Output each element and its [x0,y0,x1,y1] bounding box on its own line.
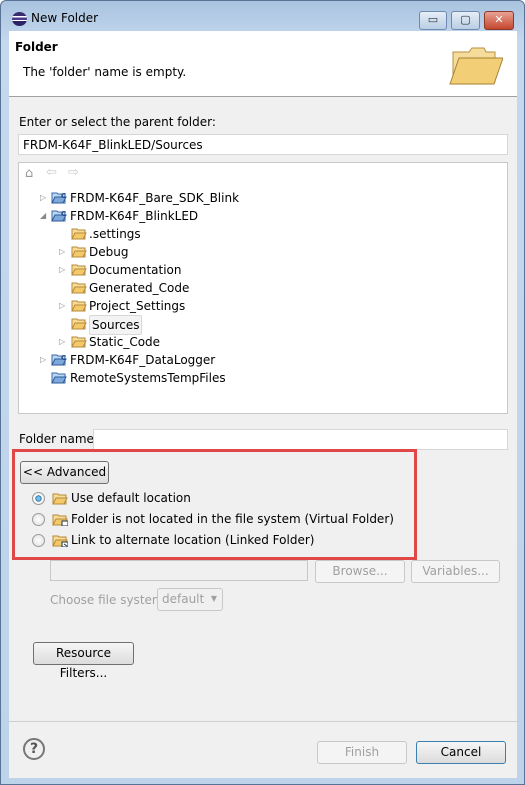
radio-button[interactable] [32,513,45,526]
resource-filters-button[interactable]: Resource Filters... [33,642,134,680]
dialog-client: Folder The 'folder' name is empty. Enter… [9,31,517,778]
collapsed-arrow-icon[interactable]: ▷ [59,297,65,315]
variables-button[interactable]: Variables... [411,560,500,583]
folder-open-large-icon [449,47,503,85]
collapsed-arrow-icon[interactable]: ▷ [59,261,65,279]
svg-text:C: C [61,210,66,218]
help-icon[interactable]: ? [23,738,45,760]
svg-text:C: C [61,192,66,200]
radio-button[interactable] [32,534,45,547]
location-option[interactable]: Folder is not located in the file system… [32,511,412,529]
tree-item-label: Debug [89,245,129,259]
forward-icon[interactable]: ⇨ [68,165,79,180]
tree-item-label: Documentation [89,263,182,277]
collapsed-arrow-icon[interactable]: ▷ [40,351,46,369]
option-label: Use default location [71,491,191,505]
header-title: Folder [15,40,58,54]
browse-button[interactable]: Browse... [315,560,405,583]
folder-name-input[interactable] [93,429,508,450]
tree-item-label: Project_Settings [89,299,186,313]
tree-item-label: FRDM-K64F_Bare_SDK_Blink [70,191,240,205]
location-option[interactable]: Use default location [32,490,412,508]
collapsed-arrow-icon[interactable]: ▷ [59,243,65,261]
cancel-button[interactable]: Cancel [416,741,506,764]
file-system-label: Choose file system: [50,593,168,607]
file-system-value: default [162,592,205,606]
header-message: The 'folder' name is empty. [23,65,187,79]
tree-item-label: Static_Code [89,335,161,349]
tree-item-label: .settings [89,227,141,241]
new-folder-dialog: New Folder ▭ ▢ ✕ Folder The 'folder' nam… [0,0,525,785]
eclipse-logo-icon [12,12,27,26]
footer-divider [9,721,517,722]
parent-folder-label: Enter or select the parent folder: [19,115,216,129]
location-option[interactable]: Link to alternate location (Linked Folde… [32,532,412,550]
radio-button[interactable] [32,492,45,505]
tree-item-label: RemoteSystemsTempFiles [70,371,226,385]
tree-item-label: FRDM-K64F_DataLogger [70,353,216,367]
chevron-down-icon: ▼ [210,594,217,603]
back-icon[interactable]: ⇦ [46,165,57,180]
finish-button[interactable]: Finish [317,741,407,764]
minimize-button[interactable]: ▭ [419,11,447,30]
parent-folder-input[interactable] [18,134,508,155]
tree-item-label: Generated_Code [89,281,190,295]
maximize-button[interactable]: ▢ [451,11,480,30]
close-button[interactable]: ✕ [484,11,514,30]
expanded-arrow-icon[interactable]: ◢ [40,207,46,225]
option-label: Link to alternate location (Linked Folde… [71,533,315,547]
window-title: New Folder [31,11,99,25]
collapsed-arrow-icon[interactable]: ▷ [40,189,46,207]
folder-tree[interactable]: ⌂ ⇦ ⇨ ▷ C FRDM-K64F_Bare_SDK_Blink ◢ C FRDM-K… [18,162,508,414]
dialog-header: Folder The 'folder' name is empty. [9,31,517,97]
link-location-input[interactable] [50,560,308,581]
folder-name-label: Folder name: [19,432,98,446]
tree-item-label: FRDM-K64F_BlinkLED [70,209,199,223]
collapsed-arrow-icon[interactable]: ▷ [59,333,65,351]
home-icon[interactable]: ⌂ [25,166,33,181]
tree-item-label: Sources [89,315,143,335]
option-label: Folder is not located in the file system… [71,512,394,526]
file-system-select[interactable]: default ▼ [157,588,223,611]
svg-text:C: C [61,354,66,362]
advanced-button[interactable]: << Advanced [20,461,109,484]
